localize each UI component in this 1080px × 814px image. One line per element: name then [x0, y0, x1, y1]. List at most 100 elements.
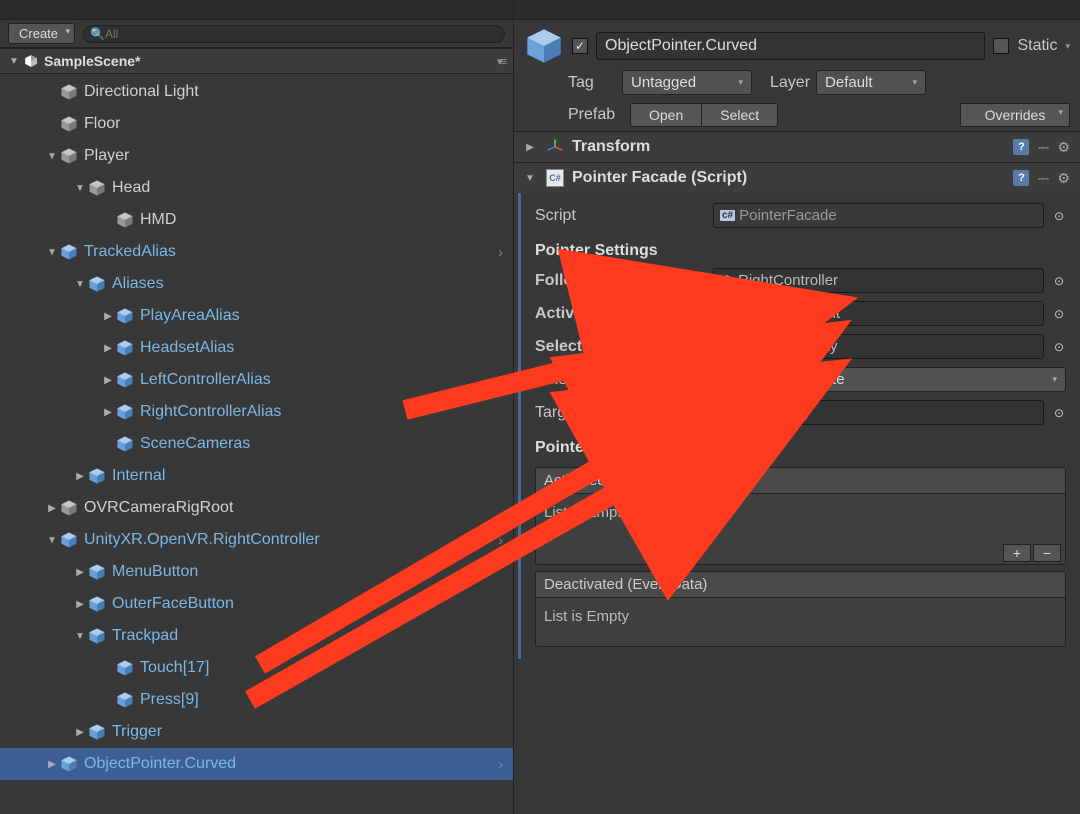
hierarchy-row[interactable]: PlayAreaAlias — [0, 300, 513, 332]
gameobject-cube-icon — [88, 179, 106, 197]
preset-icon[interactable]: ⎓ — [1035, 139, 1051, 155]
follow-source-value: RightController — [738, 272, 838, 289]
activation-action-field[interactable]: c# Touch[17] (Unit — [713, 301, 1044, 326]
prefab-select-button[interactable]: Select — [702, 103, 778, 127]
static-dropdown-icon[interactable]: ▾ — [1065, 41, 1070, 52]
pointer-facade-foldout[interactable] — [524, 173, 536, 184]
prefab-open-button[interactable]: Open — [630, 103, 702, 127]
foldout-toggle[interactable] — [46, 759, 58, 770]
remove-listener-button[interactable]: − — [1033, 544, 1061, 562]
object-picker-icon[interactable]: ⊙ — [1052, 209, 1066, 223]
prefab-cube-icon — [116, 403, 134, 421]
hierarchy-row[interactable]: Floor — [0, 108, 513, 140]
prefab-open-arrow-icon[interactable]: › — [498, 532, 503, 548]
enabled-checkbox[interactable]: ✓ — [572, 38, 588, 54]
foldout-toggle[interactable] — [102, 311, 114, 322]
hierarchy-item-label: LeftControllerAlias — [140, 371, 271, 389]
static-checkbox[interactable] — [993, 38, 1009, 54]
hierarchy-row[interactable]: Internal — [0, 460, 513, 492]
layer-label: Layer — [770, 74, 810, 92]
gear-icon[interactable]: ⚙ — [1057, 139, 1070, 156]
gameobject-mini-icon — [720, 274, 734, 288]
object-picker-icon[interactable]: ⊙ — [1052, 340, 1066, 354]
prefab-cube-icon — [88, 627, 106, 645]
target-validity-field[interactable]: None (I Rule) — [713, 400, 1044, 425]
hierarchy-row[interactable]: TrackedAlias› — [0, 236, 513, 268]
add-listener-button[interactable]: + — [1003, 544, 1031, 562]
foldout-toggle[interactable] — [46, 503, 58, 514]
selection-action-value: Press[9] (Unity — [739, 338, 837, 355]
cs-badge-icon: c# — [720, 341, 735, 352]
foldout-toggle[interactable] — [74, 471, 86, 482]
pointer-facade-header[interactable]: C# Pointer Facade (Script) ? ⎓ ⚙ — [514, 163, 1080, 193]
prefab-open-arrow-icon[interactable]: › — [498, 244, 503, 260]
hierarchy-row[interactable]: Aliases — [0, 268, 513, 300]
create-button[interactable]: Create — [8, 23, 75, 44]
foldout-toggle[interactable] — [46, 247, 58, 258]
selection-method-dropdown[interactable]: Select On Activate — [713, 367, 1066, 392]
hierarchy-row[interactable]: Player — [0, 140, 513, 172]
hierarchy-row[interactable]: HeadsetAlias — [0, 332, 513, 364]
hierarchy-row[interactable]: Trigger — [0, 716, 513, 748]
activated-event-header: Activated (EventData) — [536, 468, 1065, 494]
hierarchy-row[interactable]: OVRCameraRigRoot — [0, 492, 513, 524]
hierarchy-row[interactable]: LeftControllerAlias — [0, 364, 513, 396]
foldout-toggle[interactable] — [102, 375, 114, 386]
hierarchy-row[interactable]: Trackpad — [0, 620, 513, 652]
hierarchy-item-label: HMD — [140, 211, 176, 229]
transform-foldout[interactable] — [524, 142, 536, 153]
object-name-field[interactable]: ObjectPointer.Curved — [596, 32, 985, 60]
pointer-events-title: Pointer Events — [535, 429, 1066, 461]
foldout-toggle[interactable] — [74, 599, 86, 610]
gameobject-cube-icon — [60, 147, 78, 165]
hierarchy-item-label: SceneCameras — [140, 435, 250, 453]
script-icon: C# — [546, 169, 564, 187]
hierarchy-row[interactable]: RightControllerAlias — [0, 396, 513, 428]
search-input[interactable]: 🔍 All — [83, 25, 505, 43]
prefab-cube-icon — [116, 371, 134, 389]
selection-action-field[interactable]: c# Press[9] (Unity — [713, 334, 1044, 359]
hierarchy-item-label: Press[9] — [140, 691, 199, 709]
hierarchy-row[interactable]: OuterFaceButton — [0, 588, 513, 620]
object-picker-icon[interactable]: ⊙ — [1052, 274, 1066, 288]
foldout-toggle[interactable] — [74, 183, 86, 194]
selection-method-label: Selection Method — [535, 371, 705, 389]
prefab-overrides-button[interactable]: Overrides — [960, 103, 1070, 127]
hierarchy-row[interactable]: UnityXR.OpenVR.RightController› — [0, 524, 513, 556]
foldout-toggle[interactable] — [102, 407, 114, 418]
scene-header[interactable]: SampleScene* ▾≡ — [0, 48, 513, 74]
hierarchy-row[interactable]: HMD — [0, 204, 513, 236]
cs-badge-icon: c# — [720, 308, 735, 319]
unity-logo-icon — [22, 54, 40, 68]
hierarchy-row[interactable]: Head — [0, 172, 513, 204]
scene-foldout[interactable] — [8, 56, 20, 67]
preset-icon[interactable]: ⎓ — [1035, 170, 1051, 186]
hierarchy-item-label: OVRCameraRigRoot — [84, 499, 233, 517]
hierarchy-row[interactable]: Directional Light — [0, 76, 513, 108]
foldout-toggle[interactable] — [74, 279, 86, 290]
hierarchy-row[interactable]: Press[9] — [0, 684, 513, 716]
foldout-toggle[interactable] — [102, 343, 114, 354]
object-picker-icon[interactable]: ⊙ — [1052, 406, 1066, 420]
hierarchy-row[interactable]: Touch[17] — [0, 652, 513, 684]
foldout-toggle[interactable] — [74, 631, 86, 642]
prefab-cube-icon — [88, 563, 106, 581]
help-icon[interactable]: ? — [1013, 139, 1029, 155]
gear-icon[interactable]: ⚙ — [1057, 170, 1070, 187]
hierarchy-row[interactable]: SceneCameras — [0, 428, 513, 460]
prefab-open-arrow-icon[interactable]: › — [498, 756, 503, 772]
panel-menu-icon[interactable]: ▾≡ — [497, 55, 505, 68]
prefab-cube-icon — [60, 243, 78, 261]
foldout-toggle[interactable] — [46, 151, 58, 162]
object-picker-icon[interactable]: ⊙ — [1052, 307, 1066, 321]
foldout-toggle[interactable] — [74, 727, 86, 738]
follow-source-field[interactable]: RightController — [713, 268, 1044, 293]
foldout-toggle[interactable] — [46, 535, 58, 546]
layer-dropdown[interactable]: Default — [816, 70, 926, 95]
tag-dropdown[interactable]: Untagged — [622, 70, 752, 95]
help-icon[interactable]: ? — [1013, 170, 1029, 186]
hierarchy-row[interactable]: MenuButton — [0, 556, 513, 588]
transform-header[interactable]: Transform ? ⎓ ⚙ — [514, 132, 1080, 162]
hierarchy-row[interactable]: ObjectPointer.Curved› — [0, 748, 513, 780]
foldout-toggle[interactable] — [74, 567, 86, 578]
